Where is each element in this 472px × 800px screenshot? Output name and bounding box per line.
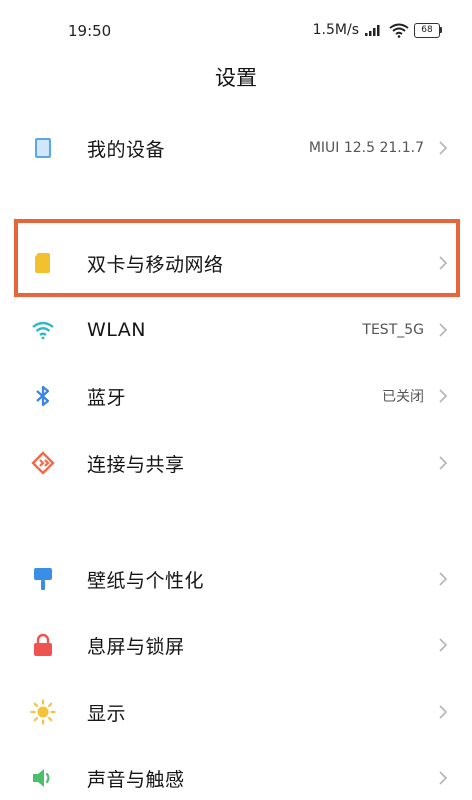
wallpaper-icon	[30, 566, 56, 592]
status-indicators: 1.5M/s 68	[313, 22, 442, 38]
row-lock-screen[interactable]: 息屏与锁屏	[0, 613, 472, 677]
row-connection-sharing[interactable]: 连接与共享	[0, 431, 472, 495]
row-label: 显示	[87, 702, 127, 725]
row-label: 息屏与锁屏	[87, 635, 185, 658]
row-display[interactable]: 显示	[0, 680, 472, 744]
row-label: 壁纸与个性化	[87, 569, 205, 592]
chevron-right-icon	[439, 456, 448, 470]
row-wlan[interactable]: WLAN TEST_5G	[0, 298, 472, 362]
chevron-right-icon	[439, 771, 448, 785]
row-sound-haptics[interactable]: 声音与触感	[0, 746, 472, 800]
chevron-right-icon	[439, 389, 448, 403]
wifi-icon	[30, 317, 56, 343]
row-value: MIUI 12.5 21.1.7	[308, 140, 424, 156]
status-time: 19:50	[68, 22, 112, 40]
brightness-icon	[30, 699, 56, 725]
row-wallpaper-personalization[interactable]: 壁纸与个性化	[0, 547, 472, 611]
battery-level: 68	[414, 22, 440, 38]
row-value: 已关闭	[382, 389, 424, 405]
device-icon	[30, 135, 56, 161]
row-my-device[interactable]: 我的设备 MIUI 12.5 21.1.7	[0, 116, 472, 180]
chevron-right-icon	[439, 141, 448, 155]
chevron-right-icon	[439, 705, 448, 719]
row-label: 我的设备	[87, 138, 166, 161]
row-value: TEST_5G	[362, 322, 424, 338]
chevron-right-icon	[439, 638, 448, 652]
status-bar: 19:50 1.5M/s 68	[0, 0, 472, 64]
sound-icon	[30, 765, 56, 791]
highlight-box	[14, 219, 460, 297]
network-speed: 1.5M/s	[312, 22, 359, 38]
row-label: 连接与共享	[87, 453, 185, 476]
chevron-right-icon	[439, 323, 448, 337]
signal-icon	[365, 25, 380, 36]
chevron-right-icon	[439, 572, 448, 586]
row-label: 声音与触感	[87, 768, 185, 791]
page-title: 设置	[215, 66, 257, 90]
row-label: 蓝牙	[87, 386, 127, 409]
lock-icon	[30, 632, 56, 658]
row-bluetooth[interactable]: 蓝牙 已关闭	[0, 364, 472, 428]
wifi-status-icon	[389, 23, 409, 38]
connection-share-icon	[30, 450, 56, 476]
bluetooth-icon	[30, 383, 56, 409]
battery-icon: 68	[414, 22, 442, 38]
settings-screen: 19:50 1.5M/s 68 设置 我的设备 MIUI 12.5 21.1.7…	[0, 0, 472, 800]
row-label: WLAN	[87, 319, 147, 341]
